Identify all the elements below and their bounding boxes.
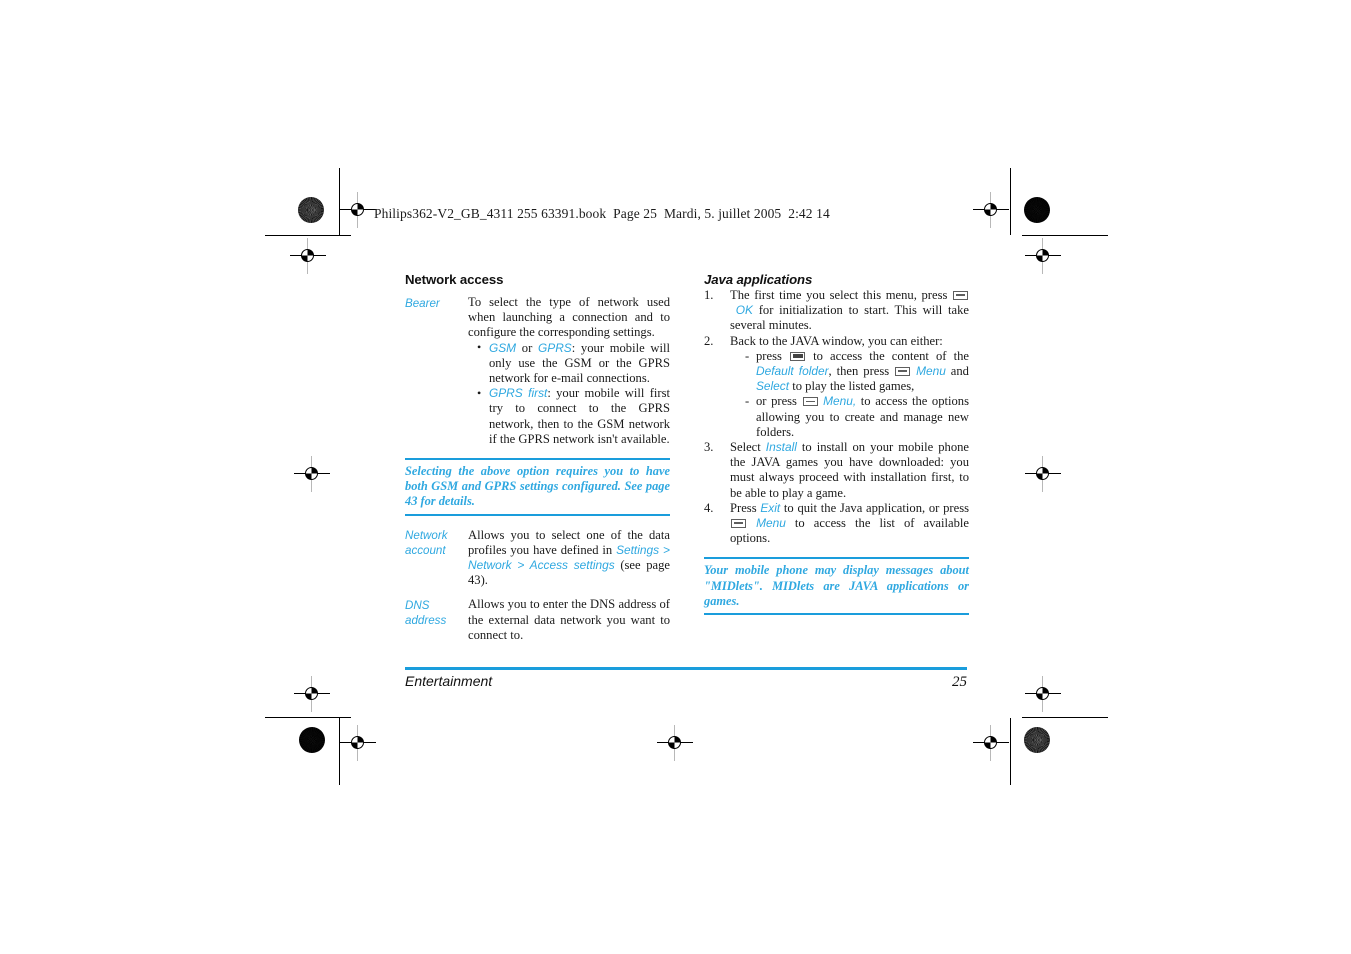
keyword-exit: Exit — [760, 500, 781, 515]
step-number: 2. — [704, 333, 714, 348]
keyword-menu: Menu — [916, 364, 946, 379]
keyword-menu: Menu, — [823, 394, 857, 409]
keyword-gsm: GSM — [489, 340, 517, 355]
density-patch-bottom-left — [299, 727, 325, 753]
registration-mark-bottom-right-inner — [973, 725, 1009, 761]
keyword-gprs-first: GPRS first — [489, 386, 548, 401]
definition-body: To select the type of network used when … — [468, 295, 670, 447]
keyword-network: Network — [468, 558, 512, 573]
definition-row-bearer: Bearer To select the type of network use… — [405, 295, 670, 447]
text-segment: for initialization to start. This will t… — [730, 303, 969, 333]
definition-term: DNS address — [405, 598, 447, 628]
list-item: 1. The first time you select this menu, p… — [704, 288, 969, 334]
list-item: GPRS first: your mobile will first try t… — [476, 386, 670, 447]
registration-mark-top-right-inner — [973, 192, 1009, 228]
keyword-menu: Menu — [756, 516, 786, 531]
list-item: GSM or GPRS: your mobile will only use t… — [476, 340, 670, 387]
text-segment: press — [756, 348, 789, 363]
right-section-heading: Java applications — [704, 272, 813, 287]
bullet-joiner: or — [516, 340, 539, 355]
step-number: 4. — [704, 500, 714, 515]
separator: > — [659, 542, 671, 557]
right-column: Java applications 1. The first time you s… — [704, 272, 969, 627]
softkey-icon — [895, 367, 911, 377]
keyword-settings: Settings — [616, 542, 660, 557]
note-text: Selecting the above option requires you … — [405, 464, 670, 509]
list-item: press to access the content of the Defau… — [743, 349, 969, 395]
text-segment: to quit the Java application, or press — [780, 500, 969, 515]
registration-mark-bottom-center — [657, 725, 693, 761]
network-account-text: Allows you to select one of the data pro… — [468, 528, 670, 589]
density-patch-bottom-right — [1024, 727, 1050, 753]
left-column: Network access Bearer To select the type… — [405, 272, 670, 652]
crop-mark-bottom-left-vertical — [339, 718, 341, 785]
java-sub-list: press to access the content of the Defau… — [730, 349, 969, 440]
bearer-bullet-list: GSM or GPRS: your mobile will only use t… — [468, 340, 670, 447]
definition-term: Bearer — [405, 296, 440, 310]
step-number: 1. — [704, 288, 714, 302]
text-segment: to play the listed games, — [789, 379, 915, 394]
keyword-gprs: GPRS — [538, 340, 572, 355]
left-section-heading: Network access — [405, 272, 504, 287]
registration-mark-top-left-inner — [340, 192, 376, 228]
definition-term: Network account — [405, 529, 448, 558]
dns-address-text: Allows you to enter the DNS address of t… — [468, 597, 670, 642]
density-patch-top-left — [298, 197, 324, 223]
keyword-ok: OK — [735, 303, 753, 318]
density-patch-top-right — [1024, 197, 1050, 223]
keyword-access-settings: Access settings — [529, 558, 615, 573]
definition-row-network-account: Network account Allows you to select one… — [405, 528, 670, 589]
java-steps-list: 1. The first time you select this menu, p… — [704, 288, 969, 546]
softkey-icon — [731, 519, 746, 529]
crop-mark-bottom-right-vertical — [1010, 718, 1012, 785]
keyword-install: Install — [765, 440, 797, 455]
softkey-icon — [802, 397, 818, 407]
note-box-right: Your mobile phone may display messages a… — [704, 557, 969, 616]
list-item: 3. Select Install to install on your mobi… — [704, 440, 969, 501]
crop-mark-top-right-vertical — [1010, 168, 1012, 235]
crop-mark-top-left-horizontal — [265, 235, 351, 237]
softkey-icon — [953, 291, 968, 300]
note-text: Your mobile phone may display messages a… — [704, 563, 969, 608]
crop-mark-top-right-horizontal — [1022, 235, 1108, 237]
keyword-default-folder: Default folder — [756, 364, 829, 379]
definition-body: Allows you to select one of the data pro… — [468, 528, 670, 589]
step-number: 3. — [704, 440, 714, 455]
text-segment: or press — [756, 394, 802, 409]
registration-mark-mid-left — [294, 456, 330, 492]
registration-mark-bottom-left-inner — [340, 725, 376, 761]
text-segment: Press — [730, 500, 761, 515]
list-item: 2. Back to the JAVA window, you can eithe… — [704, 334, 969, 440]
footer-page-number: 25 — [952, 674, 967, 690]
keyword-select: Select — [756, 379, 790, 394]
registration-mark-top-right-outer — [1025, 238, 1061, 274]
crop-mark-bottom-right-horizontal — [1022, 717, 1108, 719]
crop-mark-top-left-vertical — [339, 168, 341, 235]
footer-rule — [405, 667, 967, 670]
separator: > — [511, 558, 530, 573]
note-box-left: Selecting the above option requires you … — [405, 458, 670, 516]
definition-body: Allows you to enter the DNS address of t… — [468, 597, 670, 643]
page-body: Network access Bearer To select the type… — [405, 272, 970, 672]
registration-mark-bottom-right-outer — [1025, 676, 1061, 712]
bearer-intro: To select the type of network used when … — [468, 295, 670, 340]
print-slug: Philips362-V2_GB_4311 255 63391.book Pag… — [374, 206, 830, 221]
list-item: 4. Press Exit to quit the Java applicatio… — [704, 501, 969, 547]
centerkey-icon — [790, 351, 805, 361]
text-segment: to access the content of the — [806, 348, 969, 363]
footer-chapter: Entertainment — [405, 673, 493, 689]
registration-mark-top-left-outer — [290, 238, 326, 274]
definition-row-dns-address: DNS address Allows you to enter the DNS … — [405, 597, 670, 643]
page-footer: Entertainment 25 — [405, 673, 967, 691]
text-segment: and — [945, 364, 969, 379]
registration-mark-bottom-left-outer — [294, 676, 330, 712]
text-segment: , then press — [828, 364, 895, 379]
registration-mark-mid-right — [1025, 456, 1061, 492]
list-item: or press Menu, to access the options all… — [743, 394, 969, 440]
text-segment: Select — [730, 440, 766, 455]
text-segment: The first time you select this menu, pre… — [730, 288, 952, 302]
text-segment: Back to the JAVA window, you can either: — [730, 333, 943, 348]
